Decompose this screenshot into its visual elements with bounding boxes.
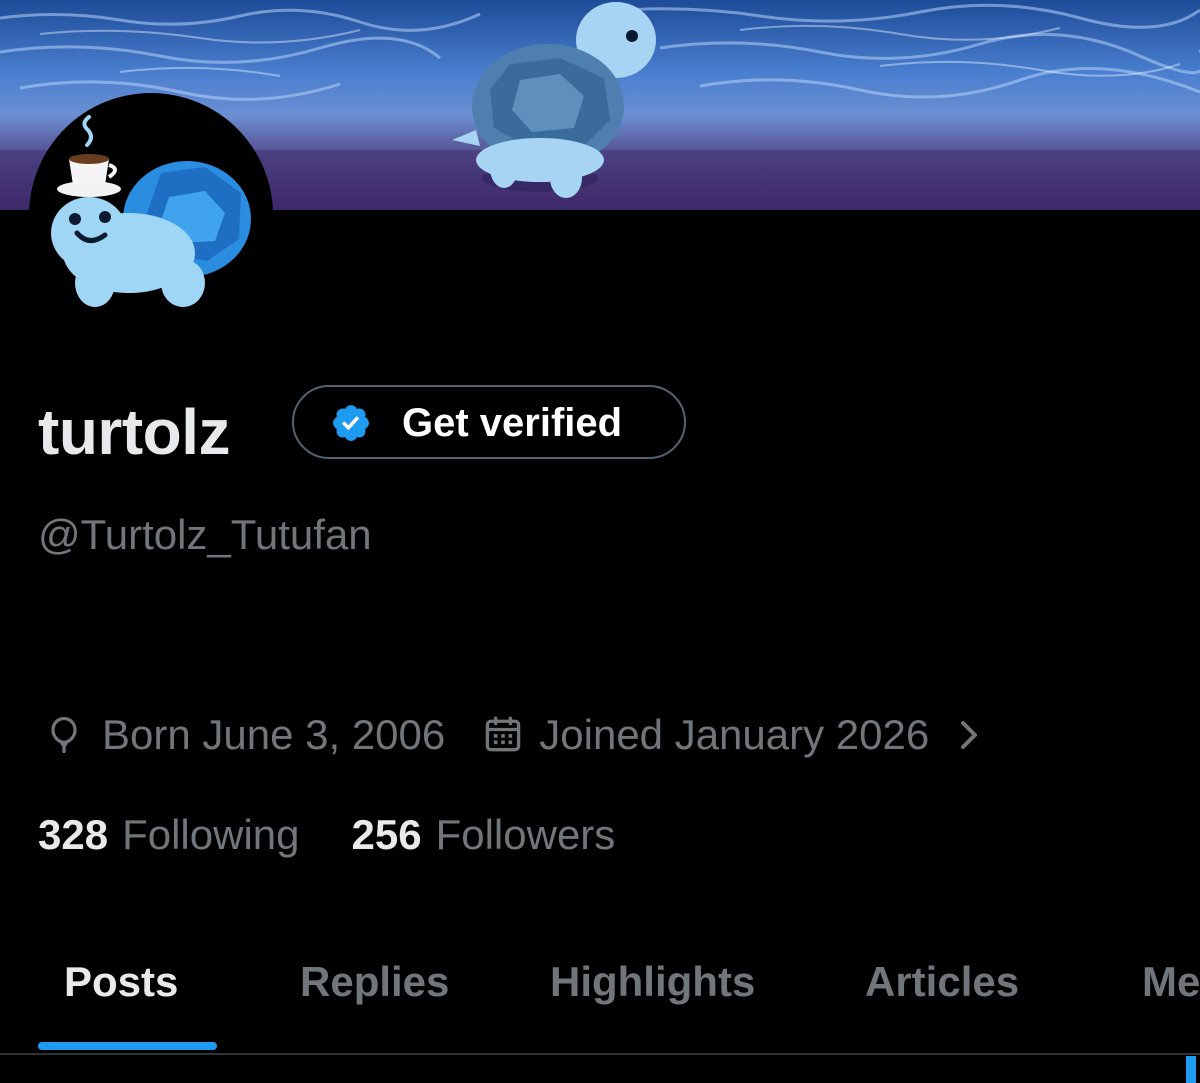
active-tab-indicator [38,1042,217,1050]
tab-articles[interactable]: Articles [865,954,1019,1010]
scrollbar-thumb[interactable] [1186,1056,1196,1083]
avatar-image [33,97,269,333]
chevron-right-icon[interactable] [955,715,983,755]
balloon-icon [42,713,86,757]
tab-replies[interactable]: Replies [300,954,449,1010]
tab-posts[interactable]: Posts [64,954,178,1010]
get-verified-button[interactable]: Get verified [292,385,686,459]
following-label: Following [122,811,300,858]
followers-count: 256 [351,811,422,858]
followers-link[interactable]: 256 Followers [352,811,616,859]
profile-meta: Born June 3, 2006 Joined January 2026 [42,708,983,762]
follow-counts: 328 Following 256 Followers [38,808,615,862]
followers-label: Followers [435,811,616,858]
joined-date: Joined January 2026 [539,711,930,758]
verified-badge-icon [330,402,372,444]
following-count: 328 [38,811,109,858]
tab-highlights[interactable]: Highlights [550,954,755,1010]
profile-avatar[interactable] [29,93,273,337]
get-verified-label: Get verified [402,401,623,445]
calendar-icon [481,713,525,757]
profile-tabs: Posts Replies Highlights Articles Me [0,930,1200,1054]
profile-handle: @Turtolz_Tutufan [38,511,372,558]
born-date: Born June 3, 2006 [102,711,446,758]
tabs-divider [0,1053,1200,1055]
following-link[interactable]: 328 Following [38,811,300,859]
tab-media[interactable]: Me [1142,954,1200,1010]
profile-display-name: turtolz [38,396,231,468]
